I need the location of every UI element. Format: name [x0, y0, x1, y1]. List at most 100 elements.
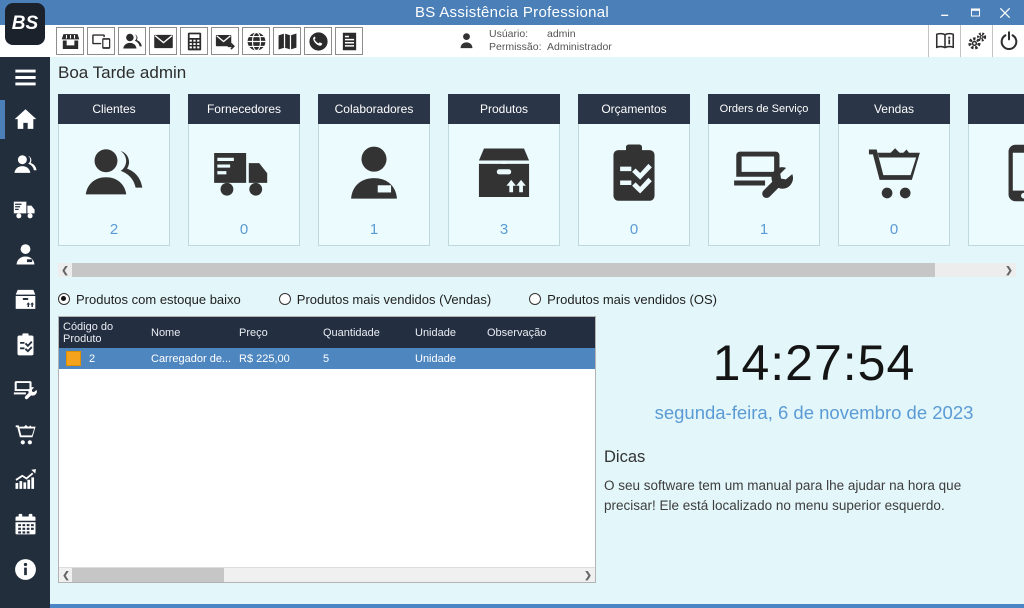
filter-low-stock[interactable]: Produtos com estoque baixo	[58, 292, 241, 307]
mail-button[interactable]	[149, 27, 177, 55]
mail-send-button[interactable]	[211, 27, 239, 55]
card-title: Produtos	[448, 94, 560, 124]
card-aparelhos[interactable]: Ap	[968, 94, 1024, 246]
col-observacao[interactable]: Observação	[483, 317, 593, 348]
dashboard-cards: Clientes 2 Fornecedores 0 Colaboradores …	[58, 94, 1024, 246]
devices-button[interactable]	[87, 27, 115, 55]
tips-title: Dicas	[604, 448, 1024, 467]
info-icon	[13, 557, 38, 582]
col-quantidade[interactable]: Quantidade	[319, 317, 411, 348]
app-logo: BS	[5, 3, 45, 45]
toolbar-right	[928, 25, 1024, 57]
clock-date: segunda-feira, 6 de novembro de 2023	[604, 402, 1024, 424]
filter-best-sellers-sales[interactable]: Produtos mais vendidos (Vendas)	[279, 292, 491, 307]
titlebar: BS Assistência Professional	[0, 0, 1024, 25]
globe-button[interactable]	[242, 27, 270, 55]
col-unidade[interactable]: Unidade	[411, 317, 483, 348]
reports-chart-icon	[13, 467, 38, 492]
employee-icon	[342, 124, 406, 221]
card-produtos[interactable]: Produtos 3	[448, 94, 560, 246]
window-title: BS Assistência Professional	[0, 4, 1024, 21]
card-orders-servico[interactable]: Orders de Serviço 1	[708, 94, 820, 246]
col-codigo[interactable]: Código do Produto	[59, 317, 147, 348]
col-nome[interactable]: Nome	[147, 317, 235, 348]
card-orcamentos[interactable]: Orçamentos 0	[578, 94, 690, 246]
permission-label: Permissão:	[489, 41, 547, 54]
manual-book-icon	[934, 30, 956, 52]
scroll-right-arrow[interactable]: ❯	[1002, 263, 1016, 277]
cell-price: R$ 225,00	[235, 353, 319, 365]
row-color-swatch	[66, 351, 81, 366]
sidebar-item-service-orders[interactable]	[0, 367, 50, 412]
list-button[interactable]	[335, 27, 363, 55]
sidebar-item-calendar[interactable]	[0, 502, 50, 547]
scrollbar-thumb[interactable]	[72, 568, 224, 582]
card-fornecedores[interactable]: Fornecedores 0	[188, 94, 300, 246]
window-controls	[932, 0, 1018, 25]
truck-icon	[212, 124, 276, 221]
filter-best-sellers-os[interactable]: Produtos mais vendidos (OS)	[529, 292, 717, 307]
close-button[interactable]	[992, 2, 1018, 24]
scroll-left-arrow[interactable]: ❮	[59, 568, 73, 582]
globe-icon	[246, 31, 267, 52]
calculator-icon	[184, 31, 205, 52]
store-icon	[60, 31, 81, 52]
budgets-clipboard-icon	[13, 332, 38, 357]
permission-value: Administrador	[547, 41, 612, 54]
calculator-button[interactable]	[180, 27, 208, 55]
card-title: Vendas	[838, 94, 950, 124]
card-title: Orders de Serviço	[708, 94, 820, 124]
people-icon	[122, 31, 143, 52]
map-button[interactable]	[273, 27, 301, 55]
settings-button[interactable]	[960, 25, 992, 57]
card-count: 1	[370, 221, 378, 245]
greeting-text: Boa Tarde admin	[58, 63, 1024, 87]
whatsapp-button[interactable]	[304, 27, 332, 55]
mail-send-icon	[215, 31, 236, 52]
sidebar-item-employees[interactable]	[0, 232, 50, 277]
user-value: admin	[547, 28, 612, 41]
cell-quantity: 5	[319, 353, 411, 365]
sidebar-item-info[interactable]	[0, 547, 50, 592]
scrollbar-thumb[interactable]	[72, 263, 935, 277]
mail-icon	[153, 31, 174, 52]
right-panel: 14:27:54 segunda-feira, 6 de novembro de…	[596, 316, 1024, 583]
card-title: Fornecedores	[188, 94, 300, 124]
user-info: Usúario: admin Permissão: Administrador	[458, 25, 612, 57]
sidebar-item-products[interactable]	[0, 277, 50, 322]
sidebar-item-sales[interactable]	[0, 412, 50, 457]
laptop-wrench-icon	[732, 124, 796, 221]
settings-gears-icon	[966, 30, 988, 52]
sidebar	[0, 57, 50, 608]
filter-label: Produtos mais vendidos (OS)	[547, 292, 717, 307]
card-clientes[interactable]: Clientes 2	[58, 94, 170, 246]
card-vendas[interactable]: Vendas 0	[838, 94, 950, 246]
sidebar-item-home[interactable]	[0, 97, 50, 142]
card-colaboradores[interactable]: Colaboradores 1	[318, 94, 430, 246]
clock-time: 14:27:54	[604, 334, 1024, 392]
card-count: 0	[630, 221, 638, 245]
people-button[interactable]	[118, 27, 146, 55]
cards-horizontal-scrollbar[interactable]: ❮ ❯	[58, 263, 1016, 277]
sidebar-item-reports[interactable]	[0, 457, 50, 502]
card-count: 0	[240, 221, 248, 245]
card-title: Orçamentos	[578, 94, 690, 124]
cell-unit: Unidade	[411, 353, 483, 365]
manual-button[interactable]	[928, 25, 960, 57]
power-button[interactable]	[992, 25, 1024, 57]
sidebar-item-budgets[interactable]	[0, 322, 50, 367]
sidebar-item-clients[interactable]	[0, 142, 50, 187]
radio-icon	[279, 293, 291, 305]
maximize-button[interactable]	[962, 2, 988, 24]
scroll-left-arrow[interactable]: ❮	[58, 263, 72, 277]
scroll-right-arrow[interactable]: ❯	[581, 568, 595, 582]
store-button[interactable]	[56, 27, 84, 55]
col-preco[interactable]: Preço	[235, 317, 319, 348]
table-horizontal-scrollbar[interactable]: ❮ ❯	[59, 567, 595, 582]
sidebar-menu-button[interactable]	[0, 57, 50, 97]
table-row[interactable]: 2 Carregador de... R$ 225,00 5 Unidade	[59, 348, 595, 369]
sales-cart-icon	[13, 422, 38, 447]
minimize-button[interactable]	[932, 2, 958, 24]
user-label: Usúario:	[489, 28, 547, 41]
sidebar-item-suppliers[interactable]	[0, 187, 50, 232]
